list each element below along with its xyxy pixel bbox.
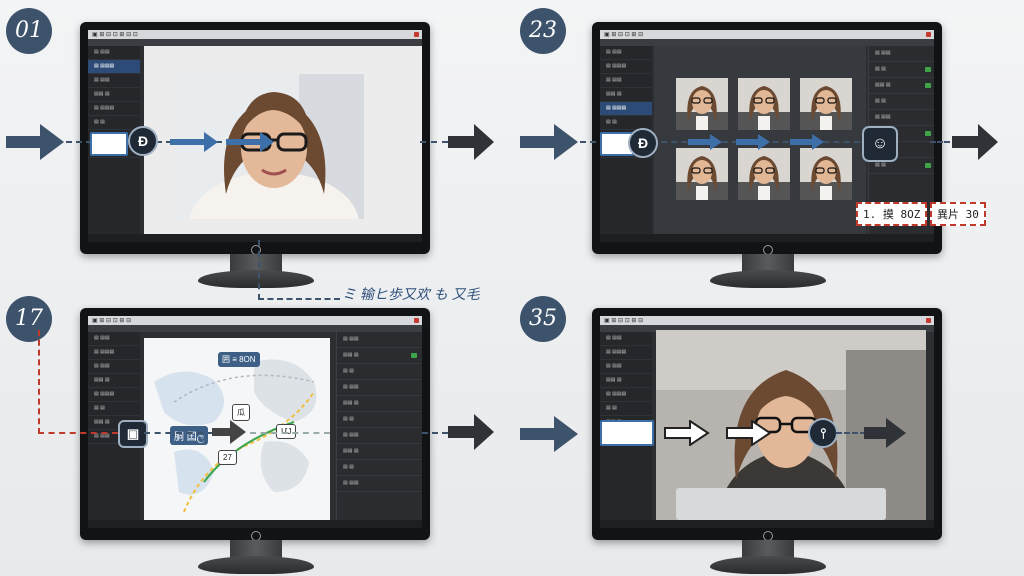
map-tag-small: 瓜 <box>232 404 250 421</box>
window-titlebar: ▣ ⊞ ⊟ ⊡ ⊞ ⊟ <box>88 316 422 325</box>
flow-line-4-out <box>836 432 866 434</box>
input-arrow-1 <box>6 124 64 160</box>
flow-arrow-2a <box>688 134 722 150</box>
step-number-4: 35 <box>520 296 566 342</box>
taskbar <box>600 520 934 528</box>
flow-arrow-4b <box>726 420 772 446</box>
output-arrow-2 <box>952 124 998 160</box>
flow-line-1-out <box>420 141 448 143</box>
step-number-1: 01 <box>6 8 52 54</box>
monitor-stand-base <box>198 270 314 288</box>
flow-arrow-1a <box>170 132 218 152</box>
map-tag-top: 囲 ≡ 8ON <box>218 352 260 367</box>
flow-line-3b <box>250 432 330 434</box>
taskbar <box>88 234 422 242</box>
map-tag-small-2: 27 <box>218 450 237 465</box>
right-panel: ▤ ▤▤ ▤▤ ▤ ▤ ▤ ▤ ▤▤ ▤▤ ▤ ▤ ▤ ▤ ▤▤ ▤▤ ▤ ▤ ▤ ▤ ▤▤ <box>336 332 421 520</box>
annotation-text: ミ 输ヒ歩又欢 も 又毛 <box>342 286 480 302</box>
output-arrow-4 <box>864 418 906 448</box>
red-connector-vertical <box>38 330 40 434</box>
map-tag-mid: 胴 囯ල <box>170 426 209 445</box>
window-titlebar: ▣ ⊞ ⊟ ⊡ ⊞ ⊟ <box>600 30 934 39</box>
output-arrow-3 <box>448 414 494 450</box>
window-menubar <box>600 39 934 46</box>
monitor-stand-base <box>710 270 826 288</box>
result-label-right: 異片 30 <box>930 202 986 226</box>
flow-arrow-2b <box>736 134 770 150</box>
taskbar <box>88 520 422 528</box>
flow-line-2-out <box>930 141 950 143</box>
flow-line-3-out <box>422 432 448 434</box>
output-arrow-1 <box>448 124 494 160</box>
window-menubar <box>88 39 422 46</box>
step-number-3: 17 <box>6 296 52 342</box>
monitor-stand-base <box>710 556 826 574</box>
flow-arrow-3 <box>212 420 246 444</box>
window-titlebar: ▣ ⊞ ⊟ ⊡ ⊞ ⊟ ⊡ <box>88 30 422 39</box>
step-number-2: 23 <box>520 8 566 54</box>
selection-box <box>600 420 654 446</box>
window-titlebar: ▣ ⊞ ⊟ ⊡ ⊞ ⊟ <box>600 316 934 325</box>
process-node-icon: ⫯ <box>808 418 838 448</box>
monitor-stand-base <box>198 556 314 574</box>
flow-line-3 <box>144 432 214 434</box>
input-arrow-2 <box>520 124 578 160</box>
selection-box <box>90 132 128 156</box>
flow-arrow-4a <box>664 420 710 446</box>
connector-horizontal <box>258 298 340 300</box>
process-node-icon: Ð <box>628 128 658 158</box>
process-node-icon: Ð <box>128 126 158 156</box>
red-connector-horizontal <box>38 432 118 434</box>
flow-arrow-2c <box>790 134 824 150</box>
input-arrow-4 <box>520 416 578 452</box>
result-label-left: 1. 摸 8OZ <box>856 202 928 226</box>
window-menubar <box>88 325 422 332</box>
image-icon: ▣ <box>118 420 148 448</box>
face-recognition-icon: ☺ <box>862 126 898 162</box>
taskbar <box>600 234 934 242</box>
flow-arrow-1b <box>226 132 274 152</box>
connector-vertical <box>258 240 260 300</box>
